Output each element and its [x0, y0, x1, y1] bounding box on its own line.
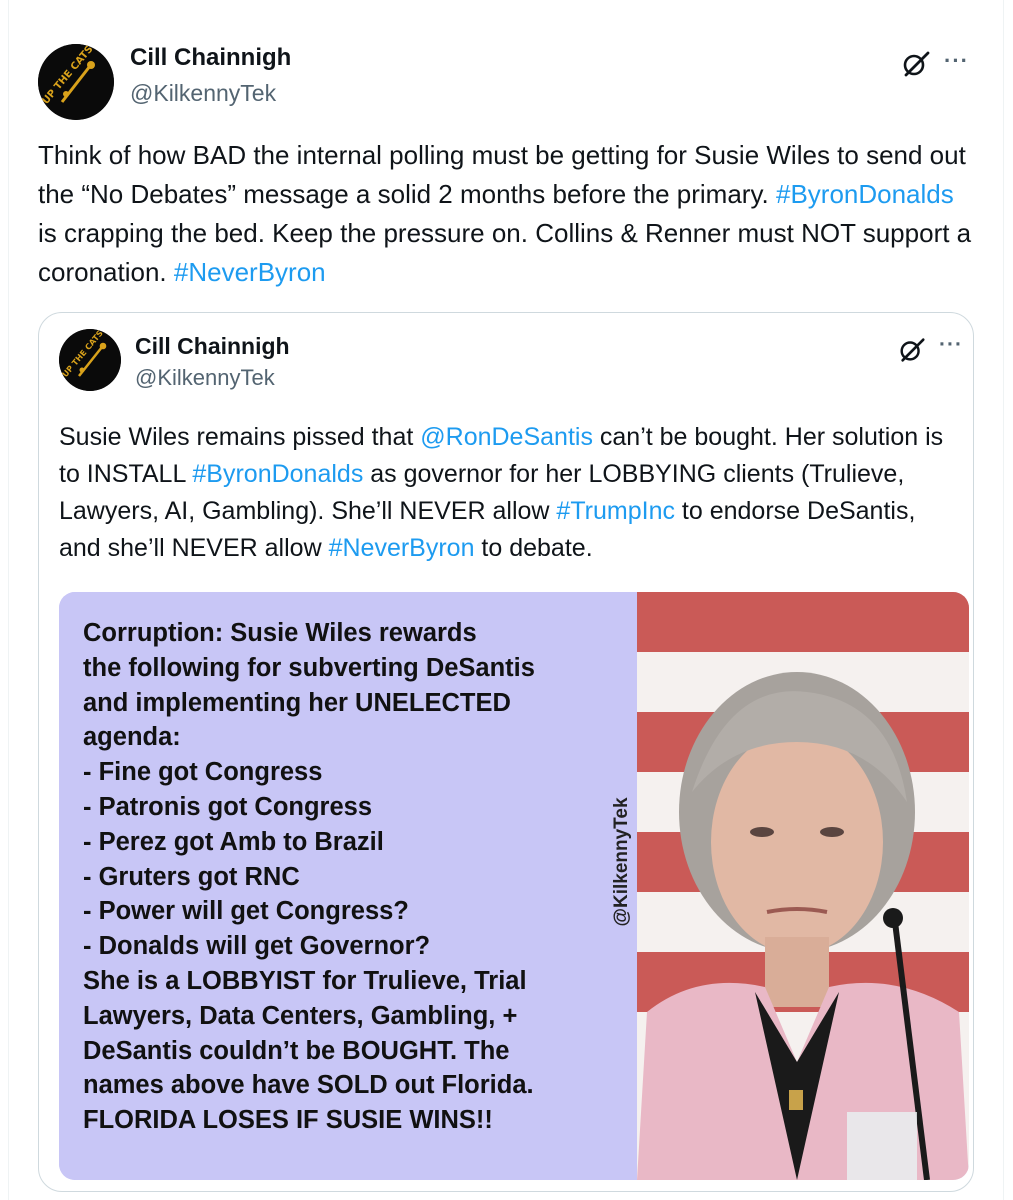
image-text-line: - Fine got Congress: [83, 758, 323, 787]
image-text: Corruption: Susie Wiles rewards the follo…: [83, 616, 643, 1138]
more-icon[interactable]: ···: [944, 48, 969, 74]
image-text-line: FLORIDA LOSES IF SUSIE WINS!!: [83, 1106, 493, 1135]
image-text-line: DeSantis couldn’t be BOUGHT. The: [83, 1036, 510, 1065]
tweet-hashtag-link[interactable]: #ByronDonalds: [776, 179, 954, 209]
image-text-line: Corruption: Susie Wiles rewards: [83, 619, 477, 647]
image-text-line: - Gruters got RNC: [83, 862, 300, 891]
quoted-hashtag-link[interactable]: #TrumpInc: [556, 497, 675, 525]
quoted-grok-icon[interactable]: [897, 335, 927, 365]
quoted-author-handle[interactable]: @KilkennyTek: [135, 365, 275, 391]
quoted-author-avatar[interactable]: UP THE CATS: [59, 329, 121, 391]
quoted-author-name[interactable]: Cill Chainnigh: [135, 333, 290, 360]
quoted-mention-link[interactable]: @RonDeSantis: [420, 423, 593, 451]
image-text-line: names above have SOLD out Florida.: [83, 1071, 534, 1100]
image-text-panel: Corruption: Susie Wiles rewards the follo…: [59, 592, 637, 1180]
quoted-tweet-image[interactable]: Corruption: Susie Wiles rewards the follo…: [59, 592, 969, 1180]
image-text-line: and implementing her UNELECTED: [83, 688, 511, 717]
quoted-hashtag-link[interactable]: #NeverByron: [329, 534, 475, 562]
portrait-photo: [637, 592, 969, 1180]
image-text-line: - Power will get Congress?: [83, 897, 409, 926]
quoted-more-icon[interactable]: ···: [939, 333, 963, 357]
image-text-line: She is a LOBBYIST for Trulieve, Trial: [83, 966, 527, 995]
image-text-line: agenda:: [83, 723, 181, 752]
author-handle[interactable]: @KilkennyTek: [130, 80, 276, 107]
tweet-hashtag-link[interactable]: #NeverByron: [174, 257, 326, 287]
right-divider: [1003, 0, 1004, 1200]
image-text-line: - Perez got Amb to Brazil: [83, 827, 384, 856]
quoted-tweet-card[interactable]: UP THE CATS Cill Chainnigh @KilkennyTek …: [38, 312, 974, 1192]
quoted-tweet-text: Susie Wiles remains pissed that @RonDeSa…: [59, 419, 959, 567]
image-text-line: - Patronis got Congress: [83, 792, 373, 821]
left-divider: [8, 0, 9, 1200]
author-avatar[interactable]: UP THE CATS: [38, 44, 114, 120]
grok-icon[interactable]: [900, 48, 932, 80]
tweet-text: Think of how BAD the internal polling mu…: [38, 136, 978, 292]
image-text-line: the following for subverting DeSantis: [83, 653, 535, 682]
author-name[interactable]: Cill Chainnigh: [130, 44, 291, 72]
image-text-line: - Donalds will get Governor?: [83, 932, 431, 961]
quoted-text-segment: Susie Wiles remains pissed that: [59, 423, 421, 451]
quoted-text-segment: to debate.: [474, 534, 593, 562]
image-watermark: @KilkennyTek: [611, 797, 632, 927]
image-text-line: Lawyers, Data Centers, Gambling, +: [83, 1001, 518, 1030]
quoted-hashtag-link[interactable]: #ByronDonalds: [192, 460, 363, 488]
